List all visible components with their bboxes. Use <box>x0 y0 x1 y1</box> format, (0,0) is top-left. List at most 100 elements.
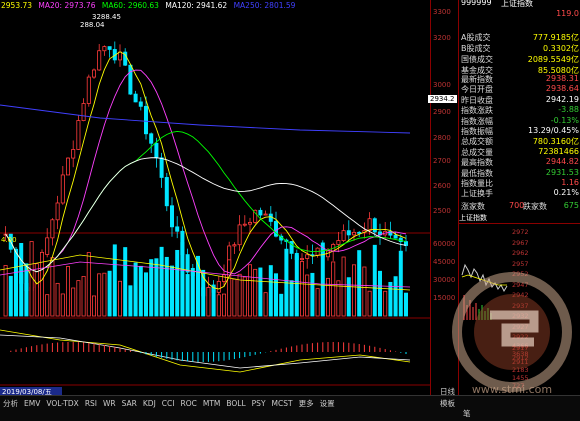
volume-bar <box>118 280 123 317</box>
volume-bar <box>367 290 372 317</box>
indicator-tab[interactable]: ROC <box>177 399 199 408</box>
volume-bar <box>86 252 91 317</box>
volume-bar <box>315 288 320 317</box>
candle <box>247 221 252 225</box>
volume-bar <box>388 281 393 317</box>
candle <box>299 258 304 260</box>
candle <box>341 230 346 241</box>
indicator-tab[interactable]: VOL-TDX <box>43 399 81 408</box>
volume-bar <box>76 280 81 317</box>
index-row-value: -0.13% <box>550 115 579 125</box>
indicator-tab[interactable]: WR <box>100 399 119 408</box>
candle <box>216 281 221 293</box>
mini-price-tick: 2957 <box>512 259 529 268</box>
candle <box>81 103 86 121</box>
volume-bar <box>258 267 263 317</box>
up-count: 700 <box>509 201 525 210</box>
volume-bar <box>331 261 336 317</box>
indicator-tabs: 分析 EMV VOL-TDX RSI WR SAR KDJ CCI ROC MTM BOLL PSY M… <box>0 398 338 410</box>
price-tick: 2800 <box>433 134 451 142</box>
volume-bar <box>55 282 60 317</box>
candle <box>372 218 377 233</box>
volume-bar <box>372 244 377 317</box>
index-row: 指数涨幅 -0.13% <box>461 116 579 127</box>
candle <box>138 101 143 107</box>
candle <box>159 157 164 178</box>
trade-row-value: 777.9185亿 <box>532 33 579 42</box>
indicator-tab[interactable]: MCST <box>269 399 296 408</box>
candle <box>50 219 55 239</box>
volume-bar <box>107 270 112 317</box>
panel-value: 119.0 <box>461 9 579 20</box>
index-row-label: 上证换手 <box>461 189 493 199</box>
pen-button[interactable]: 笔 <box>463 408 471 419</box>
high-label: 3288.45 <box>92 13 121 21</box>
volume-bar <box>232 278 237 317</box>
volume-bar <box>403 292 408 317</box>
volume-legend: 4.00 <box>1 236 17 244</box>
volume-bar <box>19 242 24 317</box>
index-row-label: 指数涨幅 <box>461 116 493 126</box>
indicator-tab[interactable]: RSI <box>82 399 100 408</box>
volume-bar <box>143 272 148 317</box>
template-button[interactable]: 模板 <box>440 398 455 409</box>
ma-legend-1: MA20: 2973.76 <box>38 1 96 10</box>
ma-legend-2: MA60: 2960.63 <box>101 1 159 10</box>
index-row-value: 1.16 <box>561 178 579 187</box>
volume-bar <box>112 244 117 317</box>
price-tick: 3200 <box>433 34 451 42</box>
candle <box>346 230 351 236</box>
candle <box>149 133 154 144</box>
indicator-tab[interactable]: 设置 <box>317 398 338 409</box>
indicator-tab[interactable]: MTM <box>200 399 224 408</box>
volume-bar <box>211 284 216 317</box>
volume-bar <box>263 292 268 317</box>
indicator-tab[interactable]: KDJ <box>140 399 159 408</box>
volume-bar <box>133 262 138 317</box>
index-row-label: 总成交量 <box>461 147 493 157</box>
volume-bar <box>398 250 403 317</box>
volume-bar <box>279 293 284 317</box>
candle <box>305 254 310 259</box>
volume-bar <box>128 285 133 317</box>
down-label: 跌家数 <box>523 202 547 211</box>
candle <box>169 205 174 228</box>
indicator-tab[interactable]: 更多 <box>296 398 317 409</box>
trade-row-label: 国债成交 <box>461 55 493 64</box>
daily-button[interactable]: 日线 <box>440 386 455 397</box>
volume-bar <box>242 276 247 317</box>
candle <box>185 254 190 273</box>
indicator-tab[interactable]: EMV <box>21 399 43 408</box>
candle <box>60 174 65 204</box>
trade-row-value: 2089.5549亿 <box>527 55 579 64</box>
indicator-tab[interactable]: PSY <box>249 399 269 408</box>
trade-row-label: B股成交 <box>461 44 491 53</box>
volume-bar <box>383 290 388 317</box>
kline-chart[interactable] <box>0 0 430 395</box>
mini-chart-line <box>459 223 580 224</box>
candle <box>393 234 398 239</box>
volume-bar <box>45 294 50 317</box>
mini-price-tick: 2967 <box>512 238 529 247</box>
volume-bar <box>377 270 382 317</box>
second-high-label: 288.04 <box>80 21 105 29</box>
ma-legend-0: 2953.73 <box>1 1 33 10</box>
candle <box>357 231 362 234</box>
volume-bar <box>299 261 304 317</box>
indicator-tab[interactable]: BOLL <box>223 399 248 408</box>
indicator-tab[interactable]: SAR <box>119 399 140 408</box>
volume-bar <box>102 272 107 317</box>
candle <box>71 149 76 159</box>
index-row: 指数量比 1.16 <box>461 178 579 189</box>
volume-bar <box>289 280 294 317</box>
volume-bar <box>190 267 195 317</box>
volume-bar <box>169 265 174 317</box>
indicator-tab[interactable]: CCI <box>159 399 178 408</box>
volume-bar <box>253 268 258 317</box>
candle <box>66 157 71 176</box>
index-row-value: 2931.53 <box>545 167 579 177</box>
candle <box>367 218 372 231</box>
indicator-tab[interactable]: 分析 <box>0 398 21 409</box>
candle <box>221 274 226 282</box>
candle <box>45 237 50 255</box>
